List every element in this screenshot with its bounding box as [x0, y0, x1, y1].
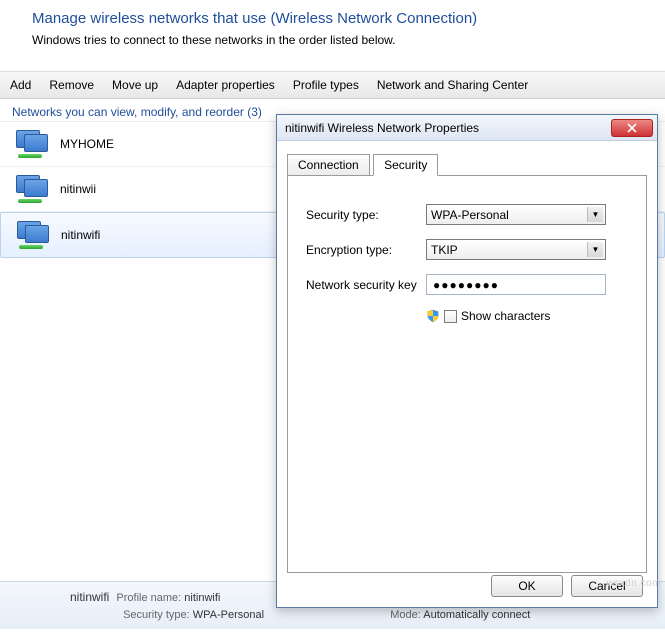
network-icon	[11, 219, 51, 251]
tab-strip: Connection Security	[287, 153, 647, 175]
network-key-label: Network security key	[306, 278, 426, 292]
page-subtitle: Windows tries to connect to these networ…	[32, 33, 653, 47]
properties-dialog: nitinwifi Wireless Network Properties Co…	[276, 114, 658, 608]
network-icon	[10, 173, 50, 205]
security-type-value: WPA-Personal	[431, 208, 509, 222]
command-bar: Add Remove Move up Adapter properties Pr…	[0, 71, 665, 99]
mode-value: Automatically connect	[423, 609, 530, 621]
page-header: Manage wireless networks that use (Wirel…	[0, 0, 665, 53]
encryption-type-label: Encryption type:	[306, 243, 426, 257]
show-characters-label: Show characters	[461, 309, 550, 323]
security-type-label: Security type:	[123, 609, 190, 621]
close-icon	[627, 123, 637, 133]
network-icon	[10, 128, 50, 160]
show-characters-checkbox[interactable]	[444, 310, 457, 323]
remove-button[interactable]: Remove	[49, 78, 94, 92]
tab-connection[interactable]: Connection	[287, 154, 370, 176]
profile-name-value: nitinwifi	[184, 592, 220, 604]
page-title: Manage wireless networks that use (Wirel…	[32, 10, 653, 27]
profile-types-button[interactable]: Profile types	[293, 78, 359, 92]
security-tab-panel: Security type: WPA-Personal ▼ Encryption…	[287, 175, 647, 573]
security-type-value: WPA-Personal	[193, 609, 264, 621]
encryption-type-select[interactable]: TKIP ▼	[426, 239, 606, 260]
move-up-button[interactable]: Move up	[112, 78, 158, 92]
network-sharing-center-button[interactable]: Network and Sharing Center	[377, 78, 528, 92]
mode-label: Mode:	[390, 609, 421, 621]
add-button[interactable]: Add	[10, 78, 31, 92]
security-type-label: Security type:	[306, 208, 426, 222]
network-icon	[12, 588, 60, 624]
adapter-properties-button[interactable]: Adapter properties	[176, 78, 275, 92]
details-network-name: nitinwifi	[70, 590, 109, 604]
ok-button[interactable]: OK	[491, 575, 563, 597]
network-name: nitinwifi	[61, 228, 100, 242]
chevron-down-icon: ▼	[587, 242, 603, 257]
uac-shield-icon	[426, 309, 440, 323]
dialog-title: nitinwifi Wireless Network Properties	[285, 121, 611, 135]
profile-name-label: Profile name:	[116, 592, 181, 604]
watermark: wsxdn.com	[606, 578, 661, 589]
chevron-down-icon: ▼	[587, 207, 603, 222]
network-key-value: ●●●●●●●●	[433, 278, 499, 292]
network-key-field[interactable]: ●●●●●●●●	[426, 274, 606, 295]
network-name: MYHOME	[60, 137, 114, 151]
network-name: nitinwii	[60, 182, 96, 196]
dialog-titlebar[interactable]: nitinwifi Wireless Network Properties	[277, 115, 657, 141]
close-button[interactable]	[611, 119, 653, 137]
security-type-select[interactable]: WPA-Personal ▼	[426, 204, 606, 225]
encryption-type-value: TKIP	[431, 243, 458, 257]
tab-security[interactable]: Security	[373, 154, 438, 176]
